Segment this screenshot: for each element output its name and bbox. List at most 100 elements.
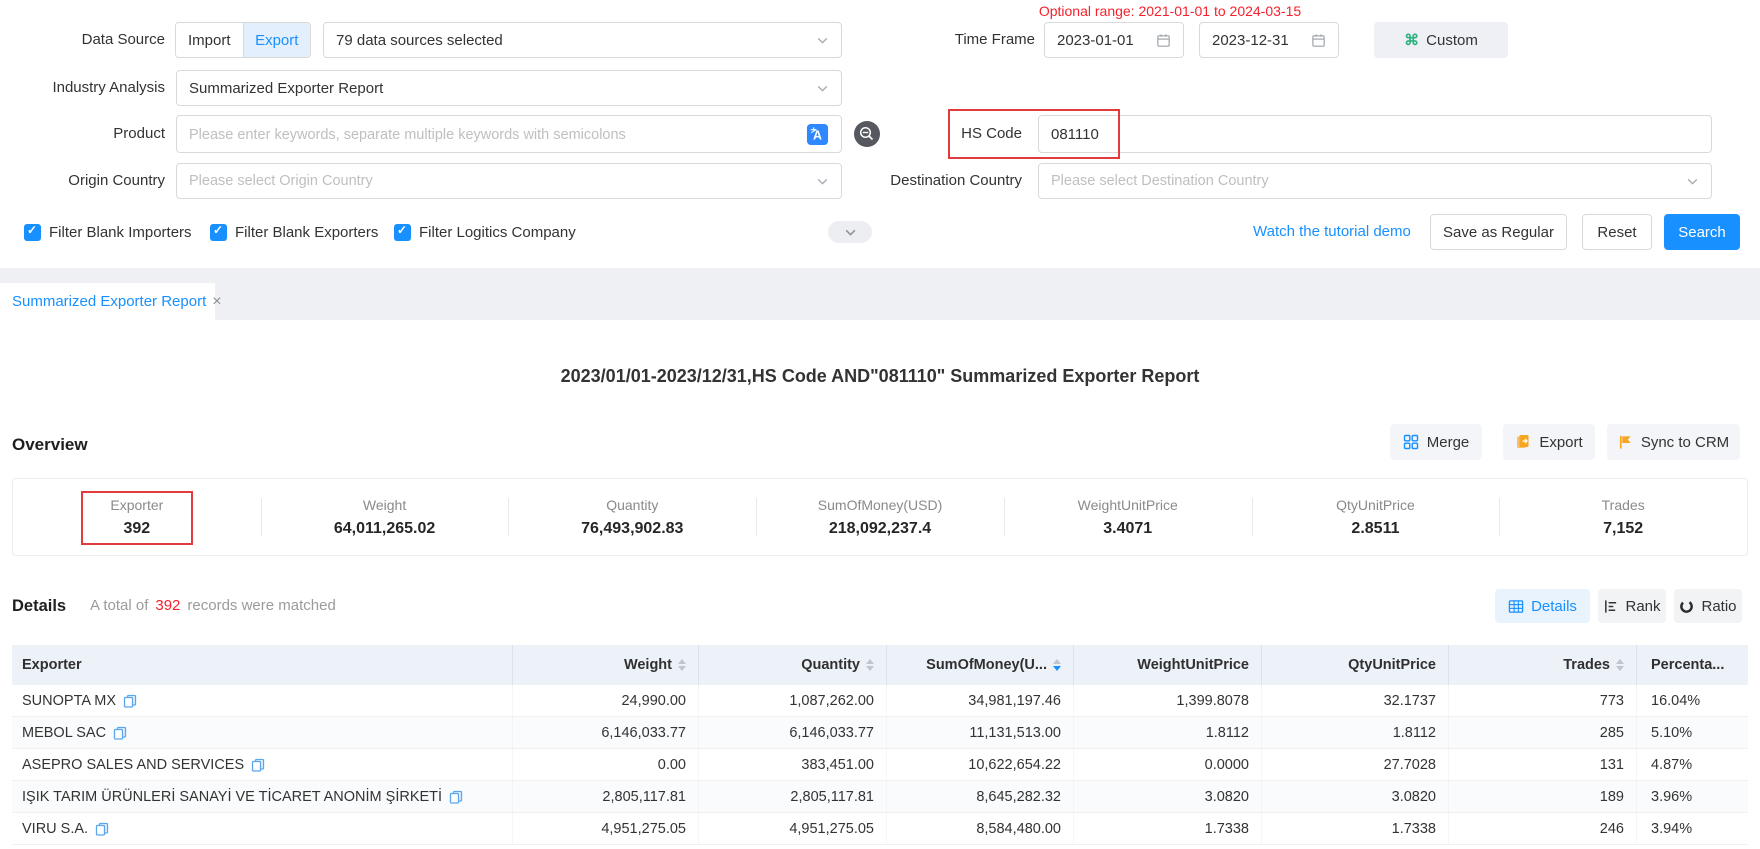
filter-blank-exporters-checkbox[interactable]: Filter Blank Exporters	[210, 214, 378, 250]
exporter-name-link[interactable]: SUNOPTA MX	[22, 693, 116, 709]
weight-cell: 4,951,275.05	[513, 813, 699, 844]
tab-bar: Summarized Exporter Report ×	[0, 268, 1760, 320]
table-row: SUNOPTA MX 24,990.00 1,087,262.00 34,981…	[12, 685, 1748, 717]
stat-qty-unit-price: QtyUnitPrice 2.8511	[1252, 479, 1500, 555]
hs-code-input[interactable]	[1051, 126, 1699, 143]
table-header-row: Exporter Weight Quantity SumOfMoney(U...…	[12, 645, 1748, 685]
translate-icon[interactable]: A	[806, 123, 829, 146]
weight-unit-price-cell: 3.0820	[1074, 781, 1262, 812]
exporter-name-link[interactable]: VIRU S.A.	[22, 821, 88, 837]
trades-cell: 189	[1449, 781, 1637, 812]
custom-icon: ⌘	[1404, 31, 1419, 49]
copy-icon[interactable]	[251, 758, 265, 772]
exporter-name-link[interactable]: MEBOL SAC	[22, 725, 106, 741]
data-sources-select[interactable]: 79 data sources selected	[323, 22, 842, 58]
import-toggle-button[interactable]: Import	[176, 23, 244, 57]
table-icon	[1508, 599, 1524, 614]
exporter-name-link[interactable]: ASEPRO SALES AND SERVICES	[22, 757, 244, 773]
tutorial-demo-link[interactable]: Watch the tutorial demo	[1253, 214, 1411, 250]
weight-unit-price-cell: 1,399.8078	[1074, 685, 1262, 716]
hs-code-input-wrap	[1038, 115, 1712, 153]
merge-icon	[1403, 434, 1419, 450]
overview-stats-card: Exporter 392 Weight 64,011,265.02 Quanti…	[12, 478, 1748, 556]
weight-cell: 6,146,033.77	[513, 717, 699, 748]
sum-of-money-cell: 11,131,513.00	[887, 717, 1074, 748]
checkbox-checked-icon	[210, 224, 227, 241]
collapse-filters-button[interactable]	[828, 221, 872, 243]
sum-of-money-cell: 8,645,282.32	[887, 781, 1074, 812]
column-header-percentage[interactable]: Percenta...	[1637, 645, 1748, 685]
copy-icon[interactable]	[449, 790, 463, 804]
export-file-icon	[1515, 434, 1531, 450]
column-header-weight-unit-price[interactable]: WeightUnitPrice	[1074, 645, 1262, 685]
trades-cell: 246	[1449, 813, 1637, 844]
destination-country-select[interactable]: Please select Destination Country	[1038, 163, 1712, 199]
tab-summarized-exporter-report[interactable]: Summarized Exporter Report ×	[0, 283, 215, 320]
rank-view-button[interactable]: Rank	[1598, 589, 1666, 623]
qty-unit-price-cell: 27.7028	[1262, 749, 1449, 780]
quantity-cell: 6,146,033.77	[699, 717, 887, 748]
weight-unit-price-cell: 1.8112	[1074, 717, 1262, 748]
weight-unit-price-cell: 1.7338	[1074, 813, 1262, 844]
export-toggle-button[interactable]: Export	[244, 23, 311, 57]
end-date-value: 2023-12-31	[1212, 32, 1289, 49]
exporter-name-link[interactable]: IŞIK TARIM ÜRÜNLERİ SANAYİ VE TİCARET AN…	[22, 789, 442, 805]
sum-of-money-cell: 34,981,197.46	[887, 685, 1074, 716]
search-button[interactable]: Search	[1664, 214, 1740, 250]
calendar-icon	[1311, 33, 1326, 48]
column-header-quantity[interactable]: Quantity	[699, 645, 887, 685]
calendar-icon	[1156, 33, 1171, 48]
sum-of-money-cell: 10,622,654.22	[887, 749, 1074, 780]
end-date-input[interactable]: 2023-12-31	[1199, 22, 1339, 58]
chevron-down-icon	[1686, 175, 1699, 188]
filter-logitics-company-checkbox[interactable]: Filter Logitics Company	[394, 214, 576, 250]
industry-analysis-value: Summarized Exporter Report	[189, 80, 383, 97]
custom-button[interactable]: ⌘ Custom	[1374, 22, 1508, 58]
export-button[interactable]: Export	[1503, 424, 1595, 460]
chevron-down-icon	[816, 34, 829, 47]
column-header-weight[interactable]: Weight	[513, 645, 699, 685]
column-header-exporter[interactable]: Exporter	[12, 645, 513, 685]
table-row: MEBOL SAC 6,146,033.77 6,146,033.77 11,1…	[12, 717, 1748, 749]
chevron-down-icon	[844, 226, 857, 239]
sort-icon	[866, 659, 874, 671]
stat-quantity: Quantity 76,493,902.83	[508, 479, 756, 555]
origin-country-select[interactable]: Please select Origin Country	[176, 163, 842, 199]
percentage-cell: 4.87%	[1637, 749, 1748, 780]
industry-analysis-select[interactable]: Summarized Exporter Report	[176, 70, 842, 106]
merge-button[interactable]: Merge	[1390, 424, 1482, 460]
quantity-cell: 2,805,117.81	[699, 781, 887, 812]
column-header-trades[interactable]: Trades	[1449, 645, 1637, 685]
details-view-button[interactable]: Details	[1495, 589, 1590, 623]
quantity-cell: 1,087,262.00	[699, 685, 887, 716]
close-icon[interactable]: ×	[206, 293, 221, 311]
copy-icon[interactable]	[113, 726, 127, 740]
data-sources-value: 79 data sources selected	[336, 32, 503, 49]
table-row: IŞIK TARIM ÜRÜNLERİ SANAYİ VE TİCARET AN…	[12, 781, 1748, 813]
start-date-input[interactable]: 2023-01-01	[1044, 22, 1184, 58]
optional-range-text: Optional range: 2021-01-01 to 2024-03-15	[960, 3, 1380, 19]
weight-unit-price-cell: 0.0000	[1074, 749, 1262, 780]
report-title: 2023/01/01-2023/12/31,HS Code AND"081110…	[0, 366, 1760, 387]
sort-icon	[678, 659, 686, 671]
rank-chart-icon	[1603, 599, 1618, 614]
destination-country-label: Destination Country	[860, 163, 1022, 199]
stat-weight: Weight 64,011,265.02	[261, 479, 509, 555]
sort-icon	[1616, 659, 1624, 671]
product-input[interactable]	[189, 126, 806, 143]
trades-cell: 285	[1449, 717, 1637, 748]
save-as-regular-button[interactable]: Save as Regular	[1430, 214, 1567, 250]
percentage-cell: 3.96%	[1637, 781, 1748, 812]
copy-icon[interactable]	[95, 822, 109, 836]
stat-exporter: Exporter 392	[13, 479, 261, 555]
overview-heading: Overview	[12, 435, 88, 455]
ratio-view-button[interactable]: Ratio	[1674, 589, 1742, 623]
reset-button[interactable]: Reset	[1582, 214, 1652, 250]
sync-to-crm-button[interactable]: Sync to CRM	[1607, 424, 1740, 460]
column-header-qty-unit-price[interactable]: QtyUnitPrice	[1262, 645, 1449, 685]
filter-blank-importers-checkbox[interactable]: Filter Blank Importers	[24, 214, 192, 250]
time-frame-label: Time Frame	[880, 22, 1035, 58]
column-header-sum-of-money[interactable]: SumOfMoney(U...	[887, 645, 1074, 685]
copy-icon[interactable]	[123, 694, 137, 708]
data-source-label: Data Source	[0, 22, 165, 58]
